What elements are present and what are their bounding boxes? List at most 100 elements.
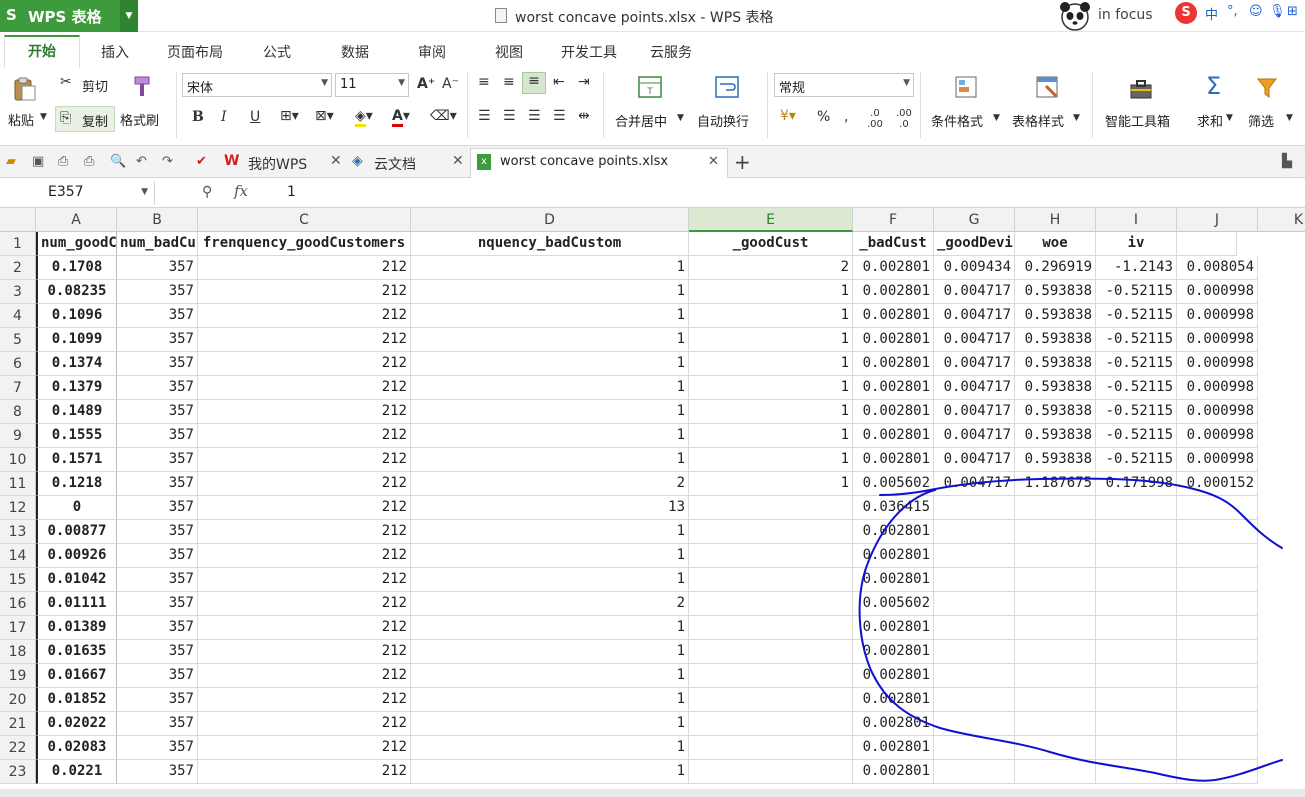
header-cell[interactable]: num_goodCusto (36, 232, 117, 256)
cell[interactable] (1096, 592, 1177, 616)
cell[interactable]: 1 (411, 568, 689, 592)
column-header-I[interactable]: I (1096, 208, 1177, 232)
cell[interactable] (1177, 520, 1258, 544)
close-icon[interactable]: ✕ (452, 153, 464, 169)
wrap-text-icon[interactable] (714, 74, 740, 100)
column-header-H[interactable]: H (1015, 208, 1096, 232)
formula-input[interactable]: 1 (287, 184, 296, 200)
tab-home[interactable]: 开始 (4, 35, 80, 69)
cell[interactable]: 0.296919 (1015, 256, 1096, 280)
cell[interactable]: 0.002801 (853, 352, 934, 376)
column-header-B[interactable]: B (117, 208, 198, 232)
cell[interactable] (934, 664, 1015, 688)
table-style-button[interactable]: 表格样式 (1012, 111, 1064, 130)
cell[interactable]: 0.000998 (1177, 448, 1258, 472)
cell[interactable]: 212 (198, 712, 411, 736)
cell[interactable]: 0.000998 (1177, 400, 1258, 424)
column-header-D[interactable]: D (411, 208, 689, 232)
cell[interactable]: 357 (117, 328, 198, 352)
cell[interactable]: 212 (198, 256, 411, 280)
cell[interactable]: 357 (117, 760, 198, 784)
select-all-corner[interactable] (0, 208, 36, 232)
cell[interactable]: 212 (198, 496, 411, 520)
cell[interactable]: 357 (117, 616, 198, 640)
column-header-A[interactable]: A (36, 208, 117, 232)
cell[interactable]: 357 (117, 592, 198, 616)
cell[interactable] (689, 760, 853, 784)
cell[interactable]: 2 (411, 592, 689, 616)
cell[interactable]: 0.036415 (853, 496, 934, 520)
cell[interactable] (689, 592, 853, 616)
conditional-format-button[interactable]: 条件格式 (931, 111, 983, 130)
keyboard-icon[interactable]: ⊞ (1287, 4, 1298, 19)
chevron-down-icon[interactable]: ▼ (677, 113, 684, 123)
pin-icon[interactable]: ✔ (196, 154, 207, 169)
row-header[interactable]: 11 (0, 472, 36, 496)
cell[interactable]: -0.52115 (1096, 280, 1177, 304)
tab-view[interactable]: 视图 (495, 42, 523, 62)
new-tab-icon[interactable]: + (734, 150, 751, 174)
cell[interactable]: 212 (198, 328, 411, 352)
row-header[interactable]: 14 (0, 544, 36, 568)
cell[interactable]: 0.002801 (853, 544, 934, 568)
feature-value-cell[interactable]: 0.1096 (36, 304, 117, 328)
cell[interactable] (1015, 640, 1096, 664)
cell[interactable] (689, 568, 853, 592)
header-cell[interactable]: _goodCust (689, 232, 853, 256)
cell[interactable] (689, 544, 853, 568)
cell[interactable]: 0.002801 (853, 712, 934, 736)
cell[interactable] (1177, 712, 1258, 736)
function-icon[interactable]: fx (234, 182, 248, 200)
cell[interactable]: 212 (198, 688, 411, 712)
feature-value-cell[interactable]: 0.01042 (36, 568, 117, 592)
avatar[interactable] (1058, 0, 1092, 32)
cell[interactable]: 212 (198, 544, 411, 568)
cell[interactable] (689, 736, 853, 760)
cell[interactable] (1177, 760, 1258, 784)
feature-value-cell[interactable]: 0.01389 (36, 616, 117, 640)
cell[interactable] (1177, 736, 1258, 760)
cell[interactable]: 1 (411, 664, 689, 688)
column-header-G[interactable]: G (934, 208, 1015, 232)
undo-icon[interactable]: ↶ (136, 154, 147, 169)
cell[interactable]: 357 (117, 496, 198, 520)
cell[interactable]: 1 (689, 448, 853, 472)
cell[interactable] (1015, 664, 1096, 688)
cell[interactable]: -0.52115 (1096, 376, 1177, 400)
chevron-down-icon[interactable]: ▼ (993, 113, 1000, 123)
copy-icon[interactable]: ⎘ (60, 110, 71, 126)
tab-insert[interactable]: 插入 (101, 42, 129, 62)
cell[interactable]: 0.004717 (934, 424, 1015, 448)
tab-developer[interactable]: 开发工具 (561, 42, 617, 62)
feature-value-cell[interactable]: 0.01111 (36, 592, 117, 616)
sogou-ime-icon[interactable]: S (1175, 2, 1197, 24)
cell[interactable]: 1.187675 (1015, 472, 1096, 496)
cell[interactable]: 0.593838 (1015, 304, 1096, 328)
italic-icon[interactable]: I (221, 109, 227, 125)
cell[interactable]: 1 (689, 424, 853, 448)
cell[interactable]: 1 (411, 520, 689, 544)
cell[interactable]: 1 (411, 376, 689, 400)
cell[interactable]: 357 (117, 400, 198, 424)
cell[interactable]: 1 (411, 280, 689, 304)
cell[interactable]: 1 (689, 400, 853, 424)
cell[interactable] (1015, 592, 1096, 616)
tab-menu-icon[interactable]: ▙ (1282, 154, 1292, 169)
cell[interactable]: 357 (117, 472, 198, 496)
row-header[interactable]: 23 (0, 760, 36, 784)
row-header[interactable]: 8 (0, 400, 36, 424)
cell[interactable]: 1 (411, 448, 689, 472)
feature-value-cell[interactable]: 0.1374 (36, 352, 117, 376)
smile-icon[interactable]: ☺ (1249, 4, 1263, 19)
cell[interactable]: 0.593838 (1015, 400, 1096, 424)
cell[interactable]: 0.008054 (1177, 256, 1258, 280)
cell[interactable]: 357 (117, 712, 198, 736)
app-menu-button[interactable]: S WPS 表格 ▼ (0, 0, 138, 32)
cell[interactable]: 13 (411, 496, 689, 520)
cell[interactable]: 1 (411, 400, 689, 424)
border-icon[interactable]: ⊞▾ (280, 108, 299, 124)
cell[interactable]: 2 (411, 472, 689, 496)
feature-value-cell[interactable]: 0.1708 (36, 256, 117, 280)
cell[interactable]: 0.002801 (853, 616, 934, 640)
cell[interactable]: 0.002801 (853, 688, 934, 712)
